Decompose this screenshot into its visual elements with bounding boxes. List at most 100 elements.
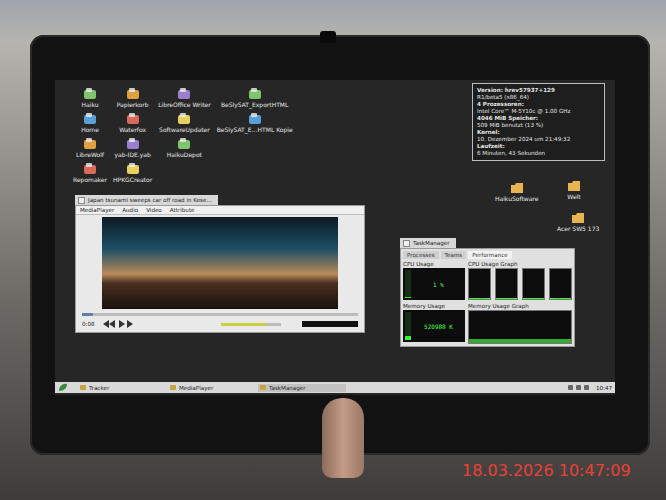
memory-chart — [468, 310, 572, 344]
memory-bar — [537, 311, 546, 343]
icon-label: HaikuDepot — [167, 151, 202, 158]
info-line: 10. Dezember 2024 um 21:49:32 — [477, 136, 600, 143]
memory-bar — [563, 311, 572, 343]
memory-meter: 520988 K — [403, 310, 465, 342]
camera-timestamp: 18.03.2026 10:47:09 — [462, 461, 631, 480]
tray-icon[interactable] — [584, 385, 589, 390]
core-graph — [495, 268, 518, 300]
app-icon — [83, 113, 97, 125]
desktop: Haiku Home LibreWolf Repomaker Papierkorb Wat… — [55, 80, 615, 382]
info-line: 509 MiB benutzt (13 %) — [477, 122, 600, 129]
icon-label: HPKGCreator — [113, 176, 152, 183]
photo: Haiku Home LibreWolf Repomaker Papierkorb Wat… — [0, 0, 666, 500]
memory-bar — [503, 311, 512, 343]
menu-item[interactable]: Attribute — [170, 207, 195, 213]
tablet: Haiku Home LibreWolf Repomaker Papierkorb Wat… — [30, 35, 650, 455]
media-player-window[interactable]: Japan tsunami sweeps car off road in Kes… — [75, 195, 365, 333]
desktop-icon[interactable]: Acer SW5 173 — [557, 212, 599, 232]
deskbar: TrackerMediaPlayerTaskManager 10:47 — [55, 382, 615, 393]
pane-label: CPU Usage Graph — [468, 261, 572, 267]
window-tab[interactable]: TaskManager — [400, 238, 456, 248]
window-title: TaskManager — [413, 240, 450, 246]
icon-label: Papierkorb — [117, 101, 149, 108]
tray-icon[interactable] — [576, 385, 581, 390]
icon-label: Waterfox — [119, 126, 146, 133]
memory-bar — [529, 311, 538, 343]
time-label: 0:08 — [82, 321, 95, 327]
volume-slider[interactable] — [221, 323, 281, 326]
desktop-icon[interactable]: Waterfox — [119, 113, 146, 133]
icon-label: Haiku — [82, 101, 99, 108]
seek-bar[interactable] — [82, 313, 358, 316]
core-graph — [549, 268, 572, 300]
desktop-icon[interactable]: Home — [81, 113, 99, 133]
icon-column: BeSlySAT_ExportHTML BeSlySAT_E…HTML Kopie — [217, 88, 293, 183]
icon-label: Home — [81, 126, 99, 133]
app-icon — [260, 385, 266, 390]
menu-item[interactable]: MediaPlayer — [80, 207, 114, 213]
tab[interactable]: Teams — [441, 251, 467, 259]
desktop-icon[interactable]: Repomaker — [73, 163, 107, 183]
tab[interactable]: Processes — [403, 251, 439, 259]
deskbar-task[interactable]: MediaPlayer — [168, 384, 256, 392]
menu-item[interactable]: Video — [146, 207, 162, 213]
performance-grid: CPU Usage1 %CPU Usage GraphMemory Usage5… — [403, 261, 572, 344]
menu-item[interactable]: Audio — [122, 207, 138, 213]
thumb — [322, 398, 364, 478]
memory-bar — [546, 311, 555, 343]
tab[interactable]: Performance — [468, 251, 511, 259]
tab-bar: ProcessesTeamsPerformance — [403, 251, 572, 259]
menu-bar: MediaPlayer Audio Video Attribute — [76, 206, 364, 215]
deskbar-task[interactable]: Tracker — [78, 384, 166, 392]
haiku-leaf-icon[interactable] — [58, 383, 68, 392]
close-icon[interactable] — [403, 240, 410, 247]
desktop-icon[interactable]: LibreOffice Writer — [158, 88, 211, 108]
icon-label: BeSlySAT_E…HTML Kopie — [217, 126, 293, 133]
desktop-icon[interactable]: Haiku — [82, 88, 99, 108]
app-icon — [248, 113, 262, 125]
desktop-icon[interactable]: BeSlySAT_E…HTML Kopie — [217, 113, 293, 133]
icon-label: HaikuSoftware — [495, 195, 538, 202]
tray-icon[interactable] — [568, 385, 573, 390]
app-icon — [177, 113, 191, 125]
system-info: Version: hrev57937+129R1/beta5 (x86_64)4… — [472, 83, 605, 161]
icon-column: Papierkorb Waterfox yab-IDE.yab HPKGCreator — [113, 88, 152, 183]
desktop-icon[interactable]: HaikuSoftware — [495, 182, 538, 202]
desktop-icon[interactable]: LibreWolf — [76, 138, 104, 158]
desktop-icon[interactable]: SoftwareUpdater — [159, 113, 210, 133]
desktop-icon[interactable]: HaikuDepot — [167, 138, 202, 158]
close-icon[interactable] — [78, 197, 85, 204]
desktop-icon[interactable]: Welt — [567, 180, 581, 200]
icon-column: LibreOffice Writer SoftwareUpdater HaikuDe… — [158, 88, 211, 183]
cpu-meter: 1 % — [403, 268, 465, 300]
core-graph — [522, 268, 545, 300]
desktop-icon[interactable]: Papierkorb — [117, 88, 149, 108]
memory-graph: Memory Usage Graph — [468, 303, 572, 344]
screen: Haiku Home LibreWolf Repomaker Papierkorb Wat… — [55, 80, 615, 395]
transport-icon[interactable] — [103, 320, 133, 328]
app-icon — [83, 88, 97, 100]
icon-label: LibreWolf — [76, 151, 104, 158]
desktop-icon[interactable]: HPKGCreator — [113, 163, 152, 183]
pane-label: Memory Usage — [403, 303, 465, 309]
info-line: Version: hrev57937+129 — [477, 87, 600, 94]
deskbar-task[interactable]: TaskManager — [258, 384, 346, 392]
desktop-icon[interactable]: BeSlySAT_ExportHTML — [221, 88, 288, 108]
desktop-icon[interactable]: yab-IDE.yab — [114, 138, 150, 158]
folder-icon — [567, 180, 581, 192]
app-icon — [170, 385, 176, 390]
info-line: 4 Prozessoren: — [477, 101, 600, 108]
camera-icon — [320, 31, 336, 43]
memory-bar — [512, 311, 521, 343]
window-title: Japan tsunami sweeps car off road in Kes… — [88, 197, 212, 203]
clock[interactable]: 10:47 — [596, 385, 612, 391]
task-manager-window[interactable]: TaskManager ProcessesTeamsPerformance CPU … — [400, 238, 575, 347]
app-icon — [83, 163, 97, 175]
window-tab[interactable]: Japan tsunami sweeps car off road in Kes… — [75, 195, 218, 205]
icon-label: BeSlySAT_ExportHTML — [221, 101, 288, 108]
icon-label: LibreOffice Writer — [158, 101, 211, 108]
app-icon — [126, 88, 140, 100]
memory-bar — [554, 311, 563, 343]
app-icon — [80, 385, 86, 390]
info-line: Laufzeit: — [477, 143, 600, 150]
